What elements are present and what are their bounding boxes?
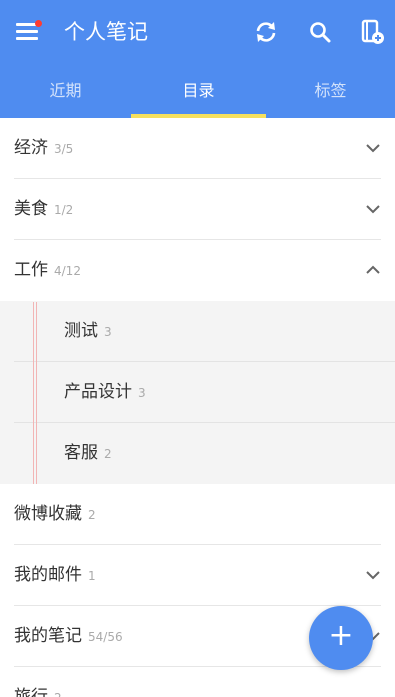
sub-notebook-row[interactable]: 产品设计 3	[0, 362, 395, 423]
sub-notebook-row[interactable]: 测试 3	[0, 301, 395, 362]
notification-dot	[35, 20, 42, 27]
add-icon: +	[328, 618, 354, 653]
notebook-name: 工作	[14, 260, 48, 280]
notebook-name: 微博收藏	[14, 504, 82, 524]
tab-tags-label: 标签	[314, 81, 347, 100]
notebook-row[interactable]: 工作 4/12	[0, 240, 395, 301]
notebook-count: 3/5	[54, 142, 74, 156]
chevron-down-icon[interactable]	[365, 567, 381, 583]
notebook-name: 美食	[14, 199, 48, 219]
notebook-name: 测试	[64, 321, 98, 341]
chevron-down-icon[interactable]	[365, 201, 381, 217]
notebook-count: 2	[104, 447, 112, 461]
notebook-count: 3	[104, 325, 112, 339]
notebook-count: 1	[88, 569, 96, 583]
notebook-row[interactable]: 美食 1/2	[0, 179, 395, 240]
notebook-row[interactable]: 微博收藏 2	[0, 484, 395, 545]
tab-recent[interactable]: 近期	[0, 70, 131, 118]
notebook-row[interactable]: 我的邮件 1	[0, 545, 395, 606]
menu-icon[interactable]	[14, 18, 42, 46]
notebook-row[interactable]: 旅行 2	[0, 667, 395, 697]
notebook-name: 产品设计	[64, 382, 132, 402]
tab-recent-label: 近期	[49, 81, 82, 100]
tab-catalog-label: 目录	[182, 81, 215, 100]
notebook-row[interactable]: 经济 3/5	[0, 118, 395, 179]
tab-catalog[interactable]: 目录	[131, 70, 266, 118]
app-bar: 个人笔记 近期 目录 标签	[0, 0, 395, 118]
notebook-count: 3	[138, 386, 146, 400]
sub-notebook-row[interactable]: 客服 2	[0, 423, 395, 484]
notebook-name: 我的邮件	[14, 565, 82, 585]
search-icon[interactable]	[306, 18, 334, 46]
sync-icon[interactable]	[252, 18, 280, 46]
notebook-name: 我的笔记	[14, 626, 82, 646]
notebook-count: 4/12	[54, 264, 81, 278]
sub-list-guide-line	[33, 302, 37, 484]
tab-bar: 近期 目录 标签	[0, 70, 395, 118]
notebook-count: 54/56	[88, 630, 123, 644]
notebook-name: 客服	[64, 443, 98, 463]
notebook-count: 2	[88, 508, 96, 522]
notebook-name: 经济	[14, 138, 48, 158]
chevron-down-icon[interactable]	[365, 140, 381, 156]
chevron-up-icon[interactable]	[365, 262, 381, 278]
notebook-count: 2	[54, 691, 62, 697]
notebook-name: 旅行	[14, 687, 48, 697]
page-title: 个人笔记	[64, 20, 148, 44]
new-notebook-icon[interactable]	[358, 18, 386, 46]
tab-tags[interactable]: 标签	[266, 70, 395, 118]
add-note-button[interactable]: +	[309, 606, 373, 670]
notebook-count: 1/2	[54, 203, 74, 217]
